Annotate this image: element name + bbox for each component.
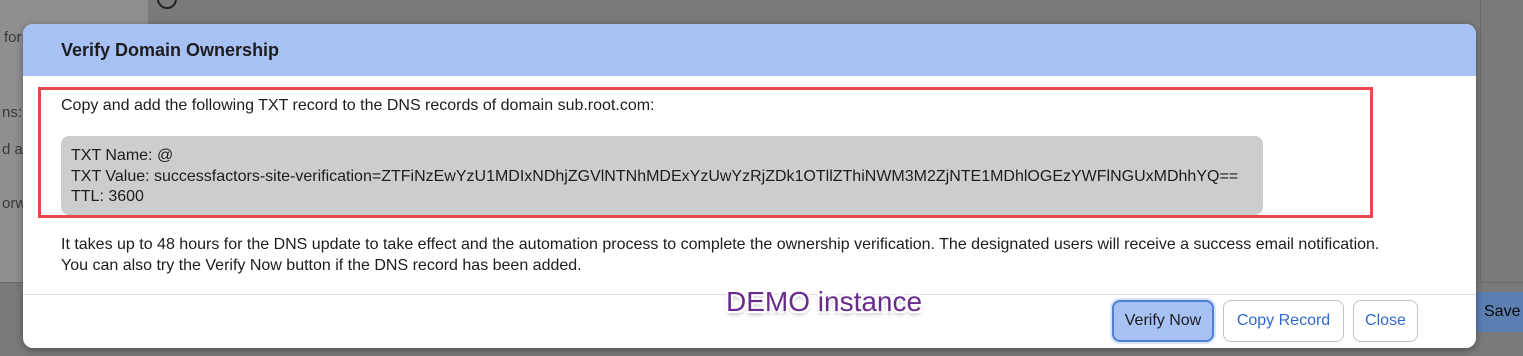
dialog-title: Verify Domain Ownership bbox=[61, 39, 280, 60]
verify-now-button[interactable]: Verify Now bbox=[1112, 300, 1214, 342]
background-text: ns: bbox=[2, 104, 23, 121]
demo-watermark: DEMO instance bbox=[726, 286, 923, 317]
info-note: It takes up to 48 hours for the DNS upda… bbox=[61, 234, 1379, 276]
close-button[interactable]: Close bbox=[1353, 300, 1418, 342]
info-icon bbox=[157, 0, 177, 9]
txt-record-box: TXT Name: @ TXT Value: successfactors-si… bbox=[61, 136, 1263, 215]
instruction-text: Copy and add the following TXT record to… bbox=[61, 97, 655, 114]
info-note-line: It takes up to 48 hours for the DNS upda… bbox=[61, 236, 1380, 253]
info-note-line: You can also try the Verify Now button i… bbox=[61, 257, 582, 274]
dialog-header: Verify Domain Ownership bbox=[23, 24, 1476, 76]
background-divider-vertical bbox=[1480, 0, 1481, 282]
background-text: d a bbox=[2, 141, 23, 158]
background-text: for bbox=[4, 29, 22, 46]
ttl-line: TTL: 3600 bbox=[71, 188, 144, 205]
background-save-button[interactable]: Save bbox=[1476, 292, 1523, 332]
copy-record-button[interactable]: Copy Record bbox=[1223, 300, 1344, 342]
txt-value-line: TXT Value: successfactors-site-verificat… bbox=[71, 167, 1239, 185]
verify-domain-dialog: Verify Domain Ownership Copy and add the… bbox=[23, 24, 1476, 348]
txt-name-line: TXT Name: @ bbox=[71, 147, 174, 164]
